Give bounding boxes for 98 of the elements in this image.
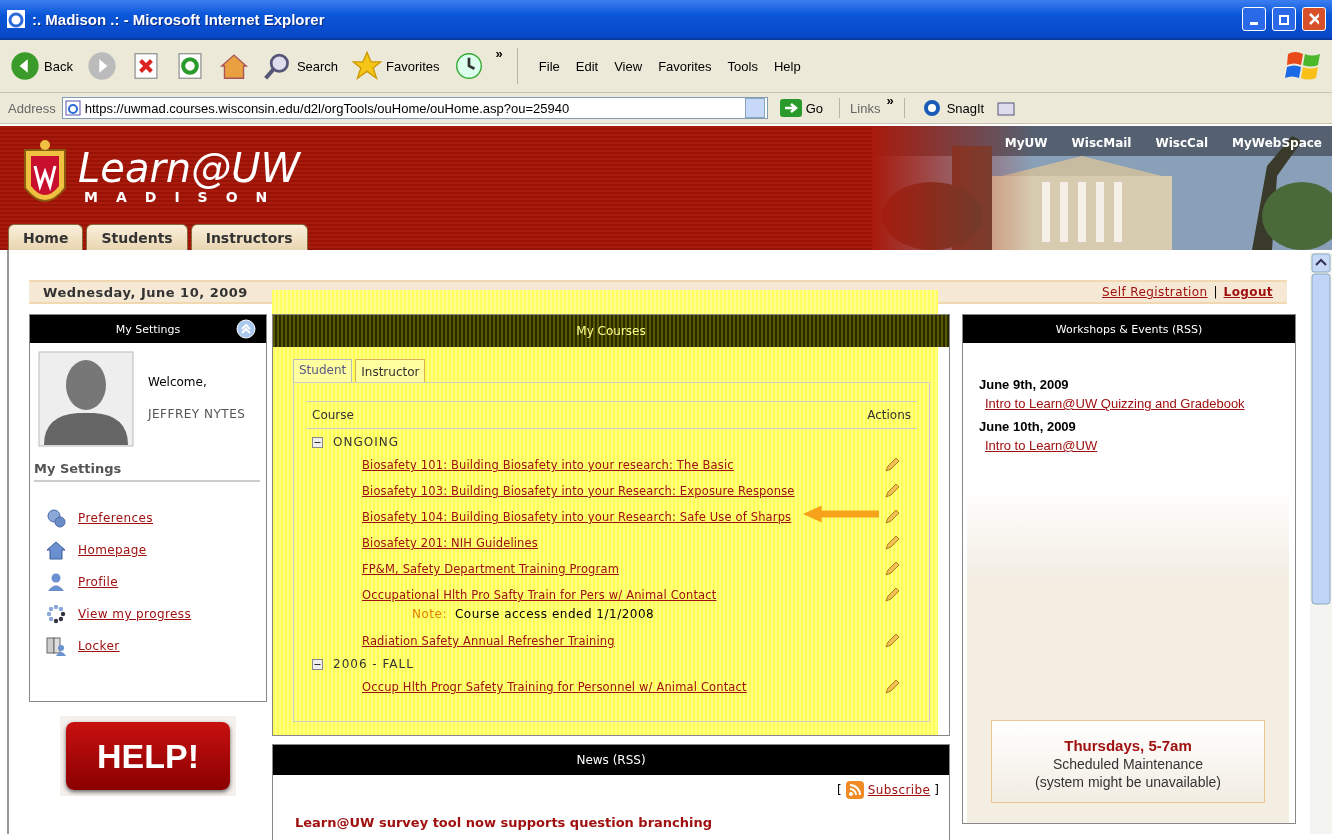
- course-link[interactable]: Occup Hlth Progr Safety Training for Personnel w/ Animal Contact: [362, 680, 747, 694]
- settings-link[interactable]: View my progress: [78, 607, 192, 621]
- help-button[interactable]: HELP!: [66, 722, 230, 790]
- pencil-icon[interactable]: [883, 508, 901, 526]
- menu-item[interactable]: Tools: [720, 56, 765, 76]
- course-link[interactable]: Radiation Safety Annual Refresher Training: [362, 634, 615, 648]
- link-separator: |: [1213, 285, 1218, 299]
- event-link[interactable]: Intro to Learn@UW Quizzing and Gradebook: [979, 392, 1277, 411]
- pencil-icon[interactable]: [883, 482, 901, 500]
- locker-icon: [46, 636, 66, 656]
- settings-link[interactable]: Locker: [78, 639, 120, 653]
- maintenance-text: Scheduled Maintenance: [1052, 756, 1204, 772]
- settings-link[interactable]: Profile: [78, 575, 119, 589]
- menu-item[interactable]: Edit: [568, 56, 606, 76]
- forward-icon: [86, 51, 117, 81]
- person-icon: [46, 572, 66, 592]
- subscribe-link[interactable]: Subscribe: [867, 783, 931, 797]
- user-name: JEFFREY NYTES: [148, 407, 246, 421]
- course-link[interactable]: Biosafety 104: Building Biosafety into your Research: Safe Use of Sharps: [362, 510, 792, 524]
- snagit-button[interactable]: SnagIt: [914, 98, 991, 118]
- menu-item[interactable]: View: [607, 56, 650, 76]
- address-field[interactable]: https://uwmad.courses.wisconsin.edu/d2l/orgTools/ouHome/ouHome.asp?ou=25940: [61, 97, 768, 119]
- note-text: Course access ended 1/1/2008: [454, 607, 655, 621]
- column-header: Actions: [867, 408, 911, 422]
- menu-item[interactable]: Favorites: [651, 56, 719, 76]
- nav-tab[interactable]: Instructors: [190, 224, 308, 250]
- top-link[interactable]: WiscMail: [1071, 136, 1132, 150]
- group-label: ONGOING: [333, 435, 399, 449]
- house-icon: [46, 540, 66, 560]
- go-button[interactable]: Go: [773, 98, 830, 118]
- collapse-icon[interactable]: [312, 658, 323, 670]
- panel-title: My Courses: [576, 324, 646, 338]
- overflow-chevron[interactable]: »: [886, 93, 894, 108]
- menu-item[interactable]: Help: [766, 56, 808, 76]
- logout-link[interactable]: Logout: [1223, 285, 1273, 299]
- role-tab[interactable]: Student: [293, 359, 353, 382]
- nav-tab[interactable]: Students: [86, 224, 188, 250]
- event-date: June 9th, 2009: [979, 377, 1070, 392]
- rss-icon: [845, 781, 864, 799]
- overflow-chevron[interactable]: »: [495, 46, 503, 61]
- top-link[interactable]: MyWebSpace: [1232, 136, 1322, 150]
- minimize-icon: [1250, 22, 1258, 25]
- links-label[interactable]: Links: [850, 100, 881, 116]
- bracket: ]: [934, 783, 939, 797]
- panel-title: News (RSS): [576, 753, 646, 767]
- pencil-icon[interactable]: [883, 534, 901, 552]
- bracket: [: [837, 783, 842, 797]
- nav-tab[interactable]: Home: [8, 224, 84, 250]
- dots-icon: [46, 604, 66, 624]
- maintenance-time: Thursdays, 5-7am: [1064, 737, 1192, 754]
- pencil-icon[interactable]: [883, 456, 901, 474]
- page-icon: [64, 100, 81, 116]
- news-headline[interactable]: Learn@UW survey tool now supports question branching: [273, 805, 949, 830]
- window-title: :. Madison .: - Microsoft Internet Explorer: [32, 10, 326, 28]
- address-label: Address: [8, 100, 56, 116]
- scrollbar[interactable]: [1310, 252, 1332, 834]
- menu-item[interactable]: File: [531, 56, 567, 76]
- collapse-icon[interactable]: [312, 436, 323, 448]
- pencil-icon[interactable]: [883, 586, 901, 604]
- event-date: June 10th, 2009: [979, 419, 1077, 434]
- column-header: Course: [312, 408, 354, 422]
- close-icon: [1309, 13, 1319, 25]
- panel-title: My Settings: [115, 322, 181, 336]
- logo-text: Learn@UW: [78, 147, 301, 189]
- note-label: Note:: [412, 607, 447, 621]
- top-link[interactable]: WiscCal: [1155, 136, 1209, 150]
- back-button[interactable]: Back: [8, 49, 75, 83]
- welcome-text: Welcome,: [148, 375, 208, 389]
- pencil-icon[interactable]: [883, 560, 901, 578]
- back-icon: [10, 51, 40, 81]
- section-heading: My Settings: [34, 461, 260, 482]
- settings-link[interactable]: Homepage: [78, 543, 147, 557]
- panel-title: Workshops & Events (RSS): [1055, 322, 1203, 336]
- restore-icon: [1279, 13, 1289, 25]
- role-tab[interactable]: Instructor: [355, 359, 426, 382]
- self-registration-link[interactable]: Self Registration: [1102, 285, 1208, 299]
- course-link[interactable]: Biosafety 103: Building Biosafety into your Research: Exposure Response: [362, 484, 795, 498]
- close-button[interactable]: [1302, 7, 1326, 31]
- pencil-icon[interactable]: [883, 632, 901, 650]
- logo-subtitle: MADISON: [83, 189, 287, 205]
- course-link[interactable]: Biosafety 101: Building Biosafety into your research: The Basic: [362, 458, 734, 472]
- date-label: Wednesday, June 10, 2009: [43, 284, 248, 300]
- browser-icon: [6, 9, 26, 29]
- restore-button[interactable]: [1272, 7, 1296, 31]
- top-link[interactable]: MyUW: [1004, 136, 1048, 150]
- maintenance-note: (system might be unavailable): [1035, 774, 1221, 790]
- course-link[interactable]: Biosafety 201: NIH Guidelines: [362, 536, 538, 550]
- search-button[interactable]: Search: [260, 49, 341, 83]
- group-label: 2006 - FALL: [333, 657, 414, 671]
- history-icon: [453, 51, 484, 81]
- favorites-icon: [352, 51, 383, 81]
- settings-link[interactable]: Preferences: [78, 511, 153, 525]
- course-link[interactable]: Occupational Hlth Pro Safty Train for Pers w/ Animal Contact: [362, 588, 717, 602]
- event-link[interactable]: Intro to Learn@UW: [979, 434, 1277, 453]
- pencil-icon[interactable]: [883, 678, 901, 696]
- course-link[interactable]: FP&M, Safety Department Training Program: [362, 562, 619, 576]
- favorites-button[interactable]: Favorites: [350, 49, 442, 83]
- minimize-button[interactable]: [1242, 7, 1266, 31]
